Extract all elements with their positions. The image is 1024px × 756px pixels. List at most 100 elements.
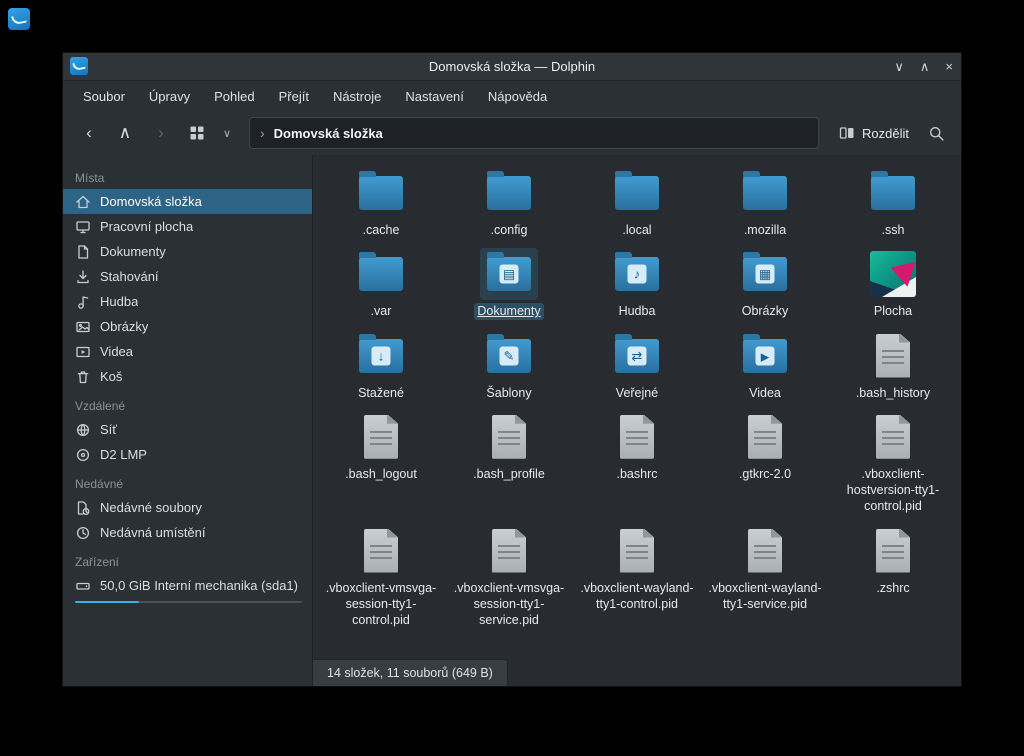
- menu-nastaveni[interactable]: Nastavení: [395, 85, 474, 108]
- folder-view[interactable]: .cache .config .local .mozilla .ssh: [313, 155, 961, 686]
- text-file-icon: [748, 415, 782, 459]
- section-header-places: Místa: [63, 161, 312, 189]
- sidebar-item-downloads[interactable]: Stahování: [63, 264, 312, 289]
- sidebar-item-network[interactable]: Síť: [63, 417, 312, 442]
- sidebar-item-music[interactable]: Hudba: [63, 289, 312, 314]
- sidebar-item-d2lmp[interactable]: D2 LMP: [63, 442, 312, 467]
- search-button[interactable]: [921, 118, 951, 148]
- breadcrumb-root-chevron[interactable]: ›: [260, 125, 265, 141]
- emblem-music-icon: [628, 265, 647, 284]
- emblem-templates-icon: [500, 346, 519, 365]
- sidebar-item-trash[interactable]: Koš: [63, 364, 312, 389]
- status-bar: 14 složek, 11 souborů (649 B): [313, 659, 508, 686]
- maximize-button[interactable]: ∧: [920, 53, 930, 80]
- folder-icon: [743, 176, 787, 210]
- text-file-icon: [492, 415, 526, 459]
- text-file-icon: [748, 529, 782, 573]
- menu-pohled[interactable]: Pohled: [204, 85, 264, 108]
- file-item[interactable]: .bash_profile: [445, 411, 573, 515]
- documents-icon: [75, 244, 91, 260]
- file-item[interactable]: .zshrc: [829, 525, 957, 629]
- forward-button[interactable]: ›: [145, 119, 177, 147]
- file-item[interactable]: .local: [573, 167, 701, 238]
- file-item[interactable]: .vboxclient-wayland-tty1-control.pid: [573, 525, 701, 629]
- file-item[interactable]: .bash_history: [829, 330, 957, 401]
- menu-soubor[interactable]: Soubor: [73, 85, 135, 108]
- folder-icon: [615, 176, 659, 210]
- minimize-button[interactable]: ∨: [894, 53, 904, 80]
- file-item[interactable]: Videa: [701, 330, 829, 401]
- file-item-selected[interactable]: Dokumenty: [445, 248, 573, 319]
- file-item[interactable]: .ssh: [829, 167, 957, 238]
- file-item[interactable]: .vboxclient-wayland-tty1-service.pid: [701, 525, 829, 629]
- trash-icon: [75, 369, 91, 385]
- window-title: Domovská složka — Dolphin: [63, 59, 961, 74]
- view-mode-dropdown[interactable]: ∨: [217, 119, 237, 147]
- folder-images-icon: [743, 257, 787, 291]
- sidebar-item-recent-locations[interactable]: Nedávná umístění: [63, 520, 312, 545]
- sidebar-item-home[interactable]: Domovská složka: [63, 189, 312, 214]
- home-icon: [75, 194, 91, 210]
- location-bar[interactable]: › Domovská složka: [249, 117, 819, 149]
- toolbar: ‹ ∧ › ∨ › Domovská složka Rozdělit: [63, 111, 961, 155]
- status-text: 14 složek, 11 souborů (649 B): [327, 666, 493, 680]
- disk-capacity-bar: [75, 601, 302, 603]
- folder-icon: [359, 176, 403, 210]
- file-item[interactable]: Obrázky: [701, 248, 829, 319]
- menu-nastroje[interactable]: Nástroje: [323, 85, 391, 108]
- text-file-icon: [876, 529, 910, 573]
- folder-videos-icon: [743, 339, 787, 373]
- file-item[interactable]: Šablony: [445, 330, 573, 401]
- menu-prejit[interactable]: Přejít: [269, 85, 319, 108]
- harddrive-icon: [75, 578, 91, 594]
- dolphin-taskbar-icon[interactable]: [8, 8, 30, 30]
- folder-documents-icon: [487, 257, 531, 291]
- file-item[interactable]: .config: [445, 167, 573, 238]
- breadcrumb[interactable]: Domovská složka: [274, 126, 383, 141]
- grid-view-icon: [189, 125, 205, 141]
- icon-view-button[interactable]: [181, 119, 213, 147]
- file-item[interactable]: .bash_logout: [317, 411, 445, 515]
- file-item[interactable]: .vboxclient-vmsvga-session-tty1-control.…: [317, 525, 445, 629]
- dolphin-window: Domovská složka — Dolphin ∨ ∧ × Soubor Ú…: [62, 52, 962, 687]
- file-item[interactable]: Veřejné: [573, 330, 701, 401]
- disk-capacity-fill: [75, 601, 139, 603]
- folder-public-icon: [615, 339, 659, 373]
- folder-icon: [359, 257, 403, 291]
- file-item[interactable]: .cache: [317, 167, 445, 238]
- sidebar-item-recent-files[interactable]: Nedávné soubory: [63, 495, 312, 520]
- menu-napoveda[interactable]: Nápověda: [478, 85, 557, 108]
- sidebar-item-harddrive[interactable]: 50,0 GiB Interní mechanika (sda1): [63, 573, 312, 598]
- titlebar[interactable]: Domovská složka — Dolphin ∨ ∧ ×: [63, 53, 961, 81]
- folder-music-icon: [615, 257, 659, 291]
- split-view-button[interactable]: Rozdělit: [831, 118, 917, 148]
- folder-templates-icon: [487, 339, 531, 373]
- emblem-public-icon: [628, 346, 647, 365]
- file-item[interactable]: .vboxclient-vmsvga-session-tty1-service.…: [445, 525, 573, 629]
- split-view-icon: [839, 125, 855, 141]
- close-button[interactable]: ×: [945, 53, 953, 80]
- file-item[interactable]: Hudba: [573, 248, 701, 319]
- file-item[interactable]: .gtkrc-2.0: [701, 411, 829, 515]
- sidebar-item-documents[interactable]: Dokumenty: [63, 239, 312, 264]
- images-icon: [75, 319, 91, 335]
- up-button[interactable]: ∧: [109, 119, 141, 147]
- back-button[interactable]: ‹: [73, 119, 105, 147]
- disc-icon: [75, 447, 91, 463]
- file-item[interactable]: .mozilla: [701, 167, 829, 238]
- folder-icon: [487, 176, 531, 210]
- sidebar-item-desktop[interactable]: Pracovní plocha: [63, 214, 312, 239]
- file-item[interactable]: .vboxclient-hostversion-tty1-control.pid: [829, 411, 957, 515]
- search-icon: [928, 125, 945, 142]
- sidebar-item-images[interactable]: Obrázky: [63, 314, 312, 339]
- menu-upravy[interactable]: Úpravy: [139, 85, 200, 108]
- file-item[interactable]: Plocha: [829, 248, 957, 319]
- places-panel: Místa Domovská složka Pracovní plocha Do…: [63, 155, 313, 686]
- file-item[interactable]: Stažené: [317, 330, 445, 401]
- file-item[interactable]: .bashrc: [573, 411, 701, 515]
- file-item[interactable]: .var: [317, 248, 445, 319]
- text-file-icon: [876, 334, 910, 378]
- section-header-devices: Zařízení: [63, 545, 312, 573]
- sidebar-item-videos[interactable]: Videa: [63, 339, 312, 364]
- text-file-icon: [876, 415, 910, 459]
